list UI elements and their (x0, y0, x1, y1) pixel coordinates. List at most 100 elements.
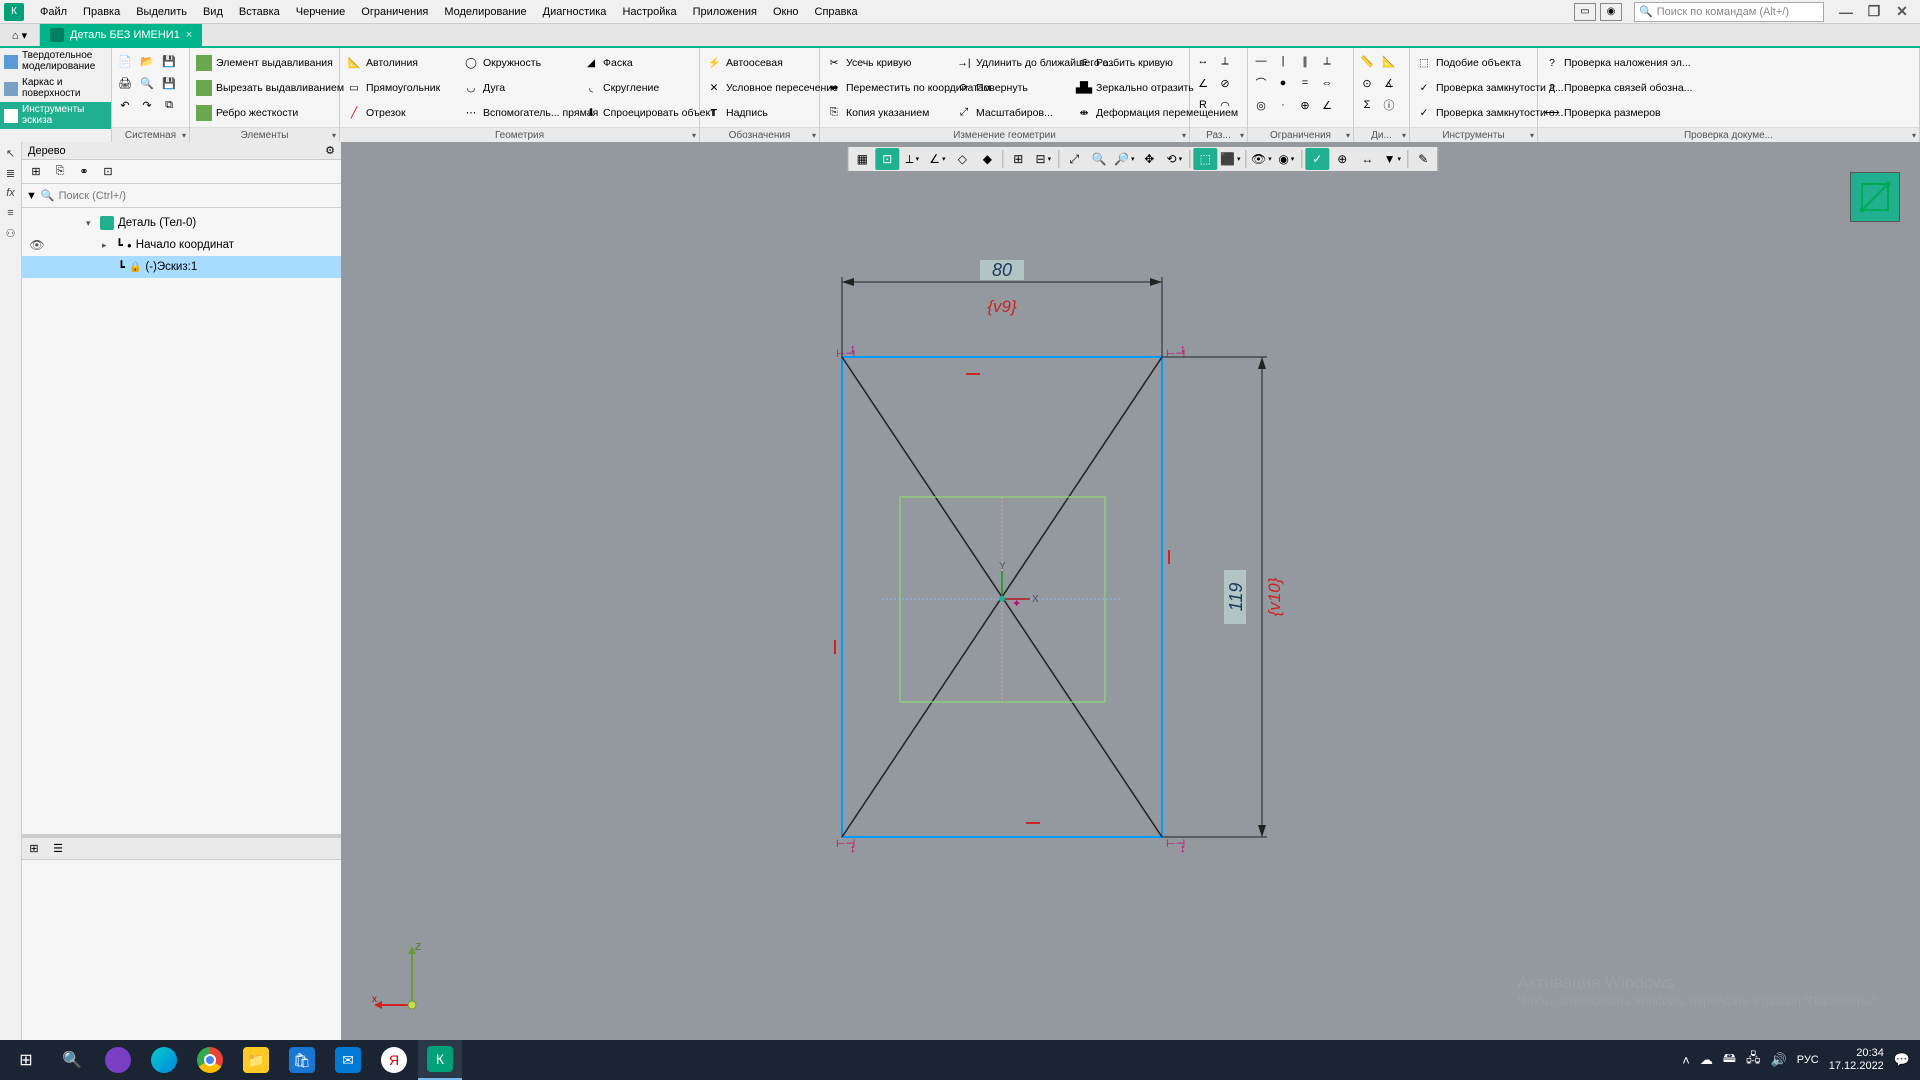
visibility-icon[interactable]: 👁 (26, 238, 48, 252)
deform-button[interactable]: ⇼Деформация перемещением (1072, 100, 1192, 125)
start-button[interactable]: ⊞ (4, 1040, 48, 1080)
d3-button[interactable]: ⊙ (1356, 72, 1378, 94)
tree-origin[interactable]: 👁 ▸ ┗ ● Начало координат (22, 234, 341, 256)
dim4-button[interactable]: ⊘ (1214, 72, 1236, 94)
c-sym-button[interactable]: ⇔ (1316, 72, 1338, 94)
cut-extrude-button[interactable]: Вырезать выдавливанием (192, 75, 337, 100)
circle-button[interactable]: ◯Окружность (459, 50, 577, 75)
titlebar-box1[interactable]: ▭ (1574, 3, 1596, 21)
menu-вставка[interactable]: Вставка (231, 4, 288, 20)
dimension-vertical[interactable]: 119 {v10} (1162, 357, 1284, 837)
tree-tb2[interactable]: ⎘ (50, 162, 70, 182)
print-button[interactable]: 🖨 (114, 72, 136, 94)
chamfer-button[interactable]: ◢Фаска (579, 50, 697, 75)
tree-tb4[interactable]: ⊡ (98, 162, 118, 182)
mirror-button[interactable]: ▟▙Зеркально отразить (1072, 75, 1192, 100)
tab-close-icon[interactable]: × (186, 29, 192, 41)
bottom-tab2[interactable]: ☰ (46, 839, 70, 859)
arc-button[interactable]: ◡Дуга (459, 75, 577, 100)
autoline-button[interactable]: 📐Автолиния (342, 50, 457, 75)
rib-button[interactable]: Ребро жесткости (192, 100, 337, 125)
vt-list[interactable]: ≡ (2, 204, 20, 222)
check-links-button[interactable]: ?Проверка связей обозна... (1540, 75, 1917, 100)
c-mid-button[interactable]: · (1272, 94, 1294, 116)
d4-button[interactable]: ∡ (1378, 72, 1400, 94)
taskbar-explorer[interactable]: 📁 (234, 1040, 278, 1080)
c-conc-button[interactable]: ◎ (1250, 94, 1272, 116)
c-vert-button[interactable]: | (1272, 50, 1294, 72)
c-coinc-button[interactable]: ● (1272, 72, 1294, 94)
dim5-button[interactable]: R (1192, 94, 1214, 116)
c-perp-button[interactable]: ⟂ (1316, 50, 1338, 72)
menu-ограничения[interactable]: Ограничения (353, 4, 436, 20)
tree-sketch[interactable]: ┗ 🔒 (-)Эскиз:1 (22, 256, 341, 278)
autoaxis-button[interactable]: ⚡Автоосевая (702, 50, 817, 75)
save-as-button[interactable]: 💾 (158, 72, 180, 94)
model-tree[interactable]: ▾ Деталь (Тел-0) 👁 ▸ ┗ ● Начало координа… (22, 208, 341, 834)
c-angle-button[interactable]: ∠ (1316, 94, 1338, 116)
new-doc-button[interactable]: 📄 (114, 50, 136, 72)
split-button[interactable]: ⚟Разбить кривую (1072, 50, 1192, 75)
menu-правка[interactable]: Правка (75, 4, 128, 20)
menu-настройка[interactable]: Настройка (614, 4, 684, 20)
tray-language[interactable]: РУС (1797, 1054, 1819, 1066)
system-tray[interactable]: ˄ ☁ 🖴 🖧 🔊 РУС 20:3417.12.2022 💬 (1682, 1047, 1916, 1072)
vt-layers[interactable]: ≣ (2, 164, 20, 182)
search-button[interactable]: 🔍 (50, 1040, 94, 1080)
vt-person[interactable]: ⚇ (2, 224, 20, 242)
bottom-tab1[interactable]: ⊞ (22, 839, 46, 859)
taskbar-mail[interactable]: ✉ (326, 1040, 370, 1080)
c-tangent-button[interactable]: ⌒ (1250, 72, 1272, 94)
vt-fx[interactable]: fx (2, 184, 20, 202)
redo-button[interactable]: ↷ (136, 94, 158, 116)
command-search[interactable]: 🔍Поиск по командам (Alt+/) (1634, 2, 1824, 22)
tray-volume-icon[interactable]: 🔊 (1771, 1052, 1787, 1068)
taskbar-yandex[interactable]: Я (372, 1040, 416, 1080)
viewport[interactable]: ▦ ⊡ ⟂▾ ∠▾ ◇ ◆ ⊞ ⊟▾ ⤢ 🔍 🔎▾ ✥ ⟲▾ ⬚ ⬛▾ 👁▾ ◉… (342, 142, 1920, 1040)
text-button[interactable]: TНадпись (702, 100, 817, 125)
tray-usb-icon[interactable]: 🖴 (1723, 1049, 1736, 1071)
vt-cursor[interactable]: ↖ (2, 144, 20, 162)
preview-button[interactable]: 🔍 (136, 72, 158, 94)
tree-settings-icon[interactable]: ⚙ (325, 144, 335, 157)
properties-button[interactable]: ⧉ (158, 94, 180, 116)
mode-sketch[interactable]: Инструменты эскиза (0, 102, 111, 129)
d5-button[interactable]: Σ (1356, 94, 1378, 116)
menu-вид[interactable]: Вид (195, 4, 231, 20)
mode-surface[interactable]: Каркас и поверхности (0, 75, 111, 102)
taskbar-app1[interactable] (96, 1040, 140, 1080)
line-button[interactable]: ╱Отрезок (342, 100, 457, 125)
move-coord-button[interactable]: ⬌Переместить по координатам (822, 75, 950, 100)
rectangle-button[interactable]: ▭Прямоугольник (342, 75, 457, 100)
dim2-button[interactable]: ⟂ (1214, 50, 1236, 72)
copy-button[interactable]: ⎘Копия указанием (822, 100, 950, 125)
tree-search[interactable]: ▼ 🔍 (22, 184, 341, 208)
document-tab[interactable]: Деталь БЕЗ ИМЕНИ1 × (40, 24, 202, 46)
menu-выделить[interactable]: Выделить (128, 4, 195, 20)
open-button[interactable]: 📂 (136, 50, 158, 72)
dim3-button[interactable]: ∠ (1192, 72, 1214, 94)
tree-root[interactable]: ▾ Деталь (Тел-0) (22, 212, 341, 234)
menu-моделирование[interactable]: Моделирование (436, 4, 534, 20)
menu-черчение[interactable]: Черчение (288, 4, 354, 20)
filter-icon[interactable]: ▼ (26, 190, 37, 202)
rotate-button[interactable]: ⟳Повернуть (952, 75, 1070, 100)
extend-button[interactable]: →|Удлинить до ближайшего о... (952, 50, 1070, 75)
tray-notifications-icon[interactable]: 💬 (1894, 1052, 1910, 1068)
fillet-button[interactable]: ◟Скругление (579, 75, 697, 100)
d2-button[interactable]: 📐 (1378, 50, 1400, 72)
tray-clock[interactable]: 20:3417.12.2022 (1829, 1047, 1884, 1072)
taskbar-kompas[interactable]: К (418, 1040, 462, 1080)
tray-chevron-icon[interactable]: ˄ (1682, 1053, 1690, 1068)
check-closed1-button[interactable]: ✓Проверка замкнутости д... (1412, 75, 1535, 100)
minimize-button[interactable]: — (1832, 2, 1860, 22)
menu-приложения[interactable]: Приложения (685, 4, 765, 20)
trim-button[interactable]: ✂Усечь кривую (822, 50, 950, 75)
menu-окно[interactable]: Окно (765, 4, 807, 20)
project-button[interactable]: ⬇Спроецировать объект (579, 100, 697, 125)
menu-справка[interactable]: Справка (807, 4, 866, 20)
dim6-button[interactable]: ◠ (1214, 94, 1236, 116)
extrude-button[interactable]: Элемент выдавливания (192, 50, 337, 75)
menu-файл[interactable]: Файл (32, 4, 75, 20)
dimension-horizontal[interactable]: 80 {v9} (842, 260, 1162, 357)
